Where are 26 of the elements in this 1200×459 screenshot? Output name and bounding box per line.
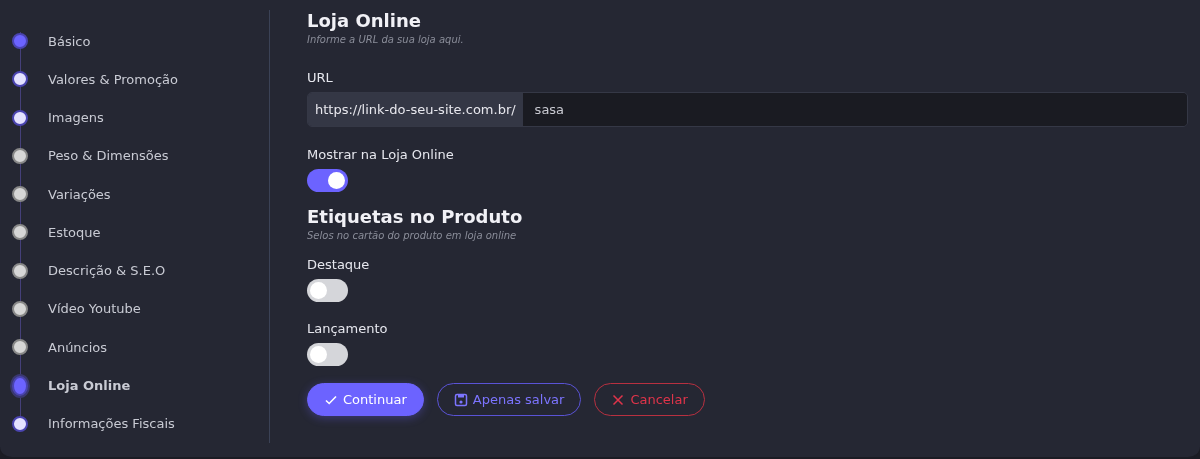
toggle-label: Lançamento: [307, 321, 389, 336]
close-icon: [611, 392, 626, 407]
toggle-label: Mostrar na Loja Online: [307, 147, 455, 162]
save-icon: [453, 392, 468, 407]
section-subtitle: Selos no cartão do produto em loja online: [307, 230, 518, 241]
step-item[interactable]: Descrição & S.E.O: [12, 251, 269, 290]
section-title: Loja Online: [307, 10, 422, 31]
step-item[interactable]: Valores & Promoção: [12, 60, 269, 99]
url-field[interactable]: https://link-do-seu-site.com.br/ sasa: [307, 92, 1188, 127]
step-item[interactable]: Variações: [12, 175, 269, 214]
step-item[interactable]: Vídeo Youtube: [12, 289, 269, 329]
toggle-switch[interactable]: [307, 279, 348, 302]
step-item[interactable]: Estoque: [12, 213, 269, 252]
section-subtitle: Informe a URL da sua loja aqui.: [307, 34, 465, 45]
toggle-switch[interactable]: [307, 169, 348, 192]
step-item[interactable]: Informações Fiscais: [12, 404, 269, 443]
toggle-switch[interactable]: [307, 343, 348, 366]
field-label: URL: [307, 70, 334, 85]
step-item[interactable]: Básico: [12, 22, 269, 61]
toggle-label: Destaque: [307, 257, 371, 272]
step-item[interactable]: Peso & Dimensões: [12, 136, 269, 176]
step-item[interactable]: Loja Online: [12, 366, 269, 405]
continue-button[interactable]: Continuar: [307, 383, 424, 416]
section-title: Etiquetas no Produto: [307, 206, 524, 227]
step-item[interactable]: Anúncios: [12, 328, 269, 367]
step-item[interactable]: Imagens: [12, 98, 269, 137]
